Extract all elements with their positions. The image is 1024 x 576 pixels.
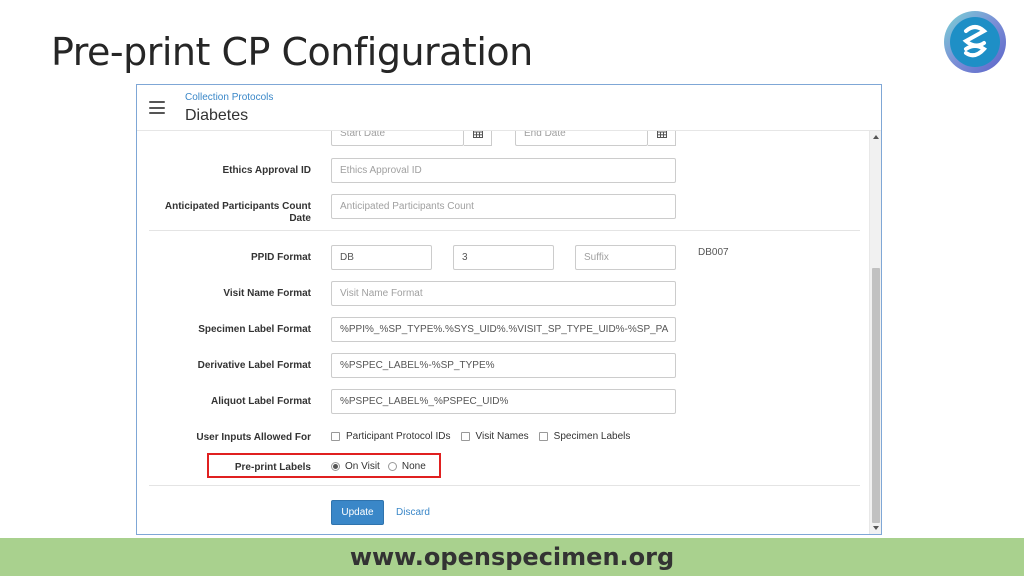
ppid-suffix-input[interactable]: Suffix xyxy=(575,245,676,270)
specimen-label-format-input[interactable]: %PPI%_%SP_TYPE%.%SYS_UID%.%VISIT_SP_TYPE… xyxy=(331,317,676,342)
ethics-approval-label: Ethics Approval ID xyxy=(222,165,311,176)
ppid-format-label: PPID Format xyxy=(250,252,311,263)
openspecimen-logo-icon xyxy=(944,11,1006,73)
aliquot-label-format-input[interactable]: %PSPEC_LABEL%_%PSPEC_UID% xyxy=(331,389,676,414)
visit-name-format-input[interactable]: Visit Name Format xyxy=(331,281,676,306)
page-title: Diabetes xyxy=(185,107,249,124)
app-header: Collection Protocols Diabetes xyxy=(137,85,881,131)
derivative-label-format-input[interactable]: %PSPEC_LABEL%-%SP_TYPE% xyxy=(331,353,676,378)
checkbox-icon xyxy=(538,432,548,441)
checkbox-icon xyxy=(460,432,470,441)
anticipated-count-input[interactable]: Anticipated Participants Count xyxy=(331,194,676,219)
participant-protocol-ids-checkbox[interactable]: Participant Protocol IDs xyxy=(331,431,451,442)
ppid-digits-input[interactable]: 3 xyxy=(453,245,554,270)
checkbox-icon xyxy=(331,432,340,441)
radio-label: On Visit xyxy=(345,461,380,472)
specimen-label-format-label: Specimen Label Format xyxy=(198,324,311,335)
app-window: Date Start Date End Date Ethics Approval… xyxy=(136,84,882,535)
radio-label: None xyxy=(401,461,426,472)
visit-names-checkbox[interactable]: Visit Names xyxy=(460,431,529,442)
checkbox-label: Participant Protocol IDs xyxy=(346,431,451,442)
preprint-options: On Visit None xyxy=(331,461,436,472)
actions-divider xyxy=(149,485,860,486)
preprint-none-radio[interactable]: None xyxy=(387,461,426,472)
aliquot-label-format-label: Aliquot Label Format xyxy=(211,396,311,407)
visit-name-format-label: Visit Name Format xyxy=(223,288,311,299)
vertical-scrollbar[interactable] xyxy=(869,131,881,534)
cp-form: Date Start Date End Date Ethics Approval… xyxy=(137,85,869,534)
user-inputs-options: Participant Protocol IDs Visit Names Spe… xyxy=(331,431,640,442)
slide-title: Pre-print CP Configuration xyxy=(51,30,533,74)
checkbox-label: Specimen Labels xyxy=(553,431,631,442)
breadcrumb[interactable]: Collection Protocols xyxy=(185,92,273,103)
date-label: Date xyxy=(289,213,311,224)
ppid-prefix-input[interactable]: DB xyxy=(331,245,432,270)
preprint-labels-label: Pre-print Labels xyxy=(234,462,311,473)
footer-url: www.openspecimen.org xyxy=(0,538,1024,576)
scroll-up-icon[interactable] xyxy=(873,135,879,139)
preprint-on-visit-radio[interactable]: On Visit xyxy=(331,461,380,472)
specimen-labels-checkbox[interactable]: Specimen Labels xyxy=(538,431,631,442)
scroll-thumb[interactable] xyxy=(872,268,880,523)
hamburger-icon[interactable] xyxy=(149,101,165,115)
derivative-label-format-label: Derivative Label Format xyxy=(197,360,311,371)
user-inputs-label: User Inputs Allowed For xyxy=(196,432,311,443)
update-button[interactable]: Update xyxy=(331,500,384,525)
ppid-example: DB007 xyxy=(698,247,729,258)
ethics-approval-input[interactable]: Ethics Approval ID xyxy=(331,158,676,183)
scroll-down-icon[interactable] xyxy=(873,526,879,530)
radio-icon xyxy=(387,462,397,471)
discard-link[interactable]: Discard xyxy=(396,507,430,518)
radio-selected-icon xyxy=(331,462,340,471)
checkbox-label: Visit Names xyxy=(475,431,529,442)
section-divider xyxy=(149,230,860,231)
anticipated-count-label: Anticipated Participants Count xyxy=(164,201,311,212)
